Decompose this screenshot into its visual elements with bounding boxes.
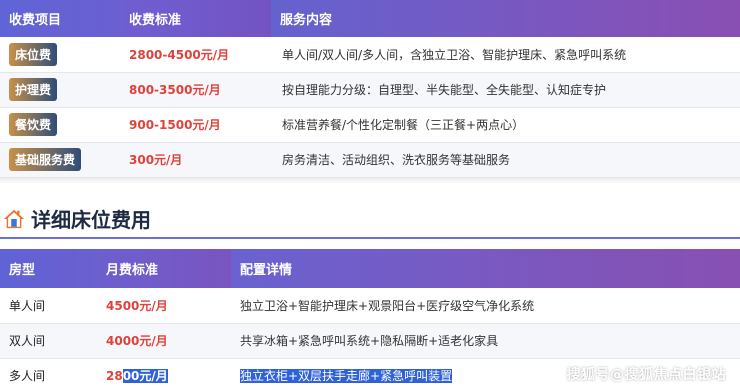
table-row: 双人间 4000元/月 共享冰箱+紧急呼叫系统+隐私隔断+适老化家具 [0,323,740,358]
room-table-header: 房型 月费标准 配置详情 [0,249,740,288]
price-cell: 4500元/月 [106,298,168,313]
room-type-cell: 双人间 [9,334,46,348]
price-cell: 2800元/月 [97,358,231,390]
section-heading: 详细床位费用 [3,204,151,233]
price-cell: 800-3500元/月 [129,83,221,97]
table-row: 基础服务费 300元/月 房务清洁、活动组织、洗衣服务等基础服务 [0,142,740,177]
selected-config-text: 独立衣柜+双层扶手走廊+紧急呼叫装置 [240,369,453,383]
price-cell: 300元/月 [129,153,183,167]
price-text: 28 [106,369,123,383]
col-header-monthly-fee: 月费标准 [97,249,231,288]
watermark: 搜狐号@搜狐焦点白银站 [566,367,726,383]
service-cell: 单人间/双人间/多人间，含独立卫浴、智能护理床、紧急呼叫系统 [282,47,627,62]
table-shadow [0,178,740,184]
col-header-service: 服务内容 [271,0,740,37]
col-header-config: 配置详情 [231,249,740,288]
service-cell: 标准营养餐/个性化定制餐（三正餐+两点心） [282,118,525,132]
item-tag: 基础服务费 [9,148,82,171]
home-icon [3,209,25,228]
table-row: 单人间 4500元/月 独立卫浴+智能护理床+观景阳台+医疗级空气净化系统 [0,288,740,323]
price-cell: 2800-4500元/月 [129,47,230,62]
section-title: 详细床位费用 [31,208,151,232]
selected-price-text: 00元/月 [122,369,168,383]
config-cell: 独立卫浴+智能护理床+观景阳台+医疗级空气净化系统 [240,298,535,313]
room-type-cell: 多人间 [9,369,46,383]
table-row: 餐饮费 900-1500元/月 标准营养餐/个性化定制餐（三正餐+两点心） [0,107,740,142]
item-tag: 床位费 [9,42,58,66]
service-cell: 房务清洁、活动组织、洗衣服务等基础服务 [282,153,511,167]
price-cell: 4000元/月 [106,334,168,348]
item-tag: 护理费 [9,78,58,101]
col-header-room-type: 房型 [0,249,97,288]
price-cell: 900-1500元/月 [129,118,221,132]
table-row: 护理费 800-3500元/月 按自理能力分级：自理型、半失能型、全失能型、认知… [0,72,740,107]
fee-table: 收费项目 收费标准 服务内容 床位费 2800-4500元/月 单人间/双人间/… [0,0,740,178]
service-cell: 按自理能力分级：自理型、半失能型、全失能型、认知症专护 [282,83,607,97]
item-tag: 餐饮费 [9,113,58,136]
fee-table-header: 收费项目 收费标准 服务内容 [0,0,740,37]
table-row: 床位费 2800-4500元/月 单人间/双人间/多人间，含独立卫浴、智能护理床… [0,37,740,72]
section-divider [0,237,740,239]
col-header-item: 收费项目 [0,0,120,37]
col-header-price: 收费标准 [120,0,271,37]
room-type-cell: 单人间 [9,298,46,313]
config-cell: 共享冰箱+紧急呼叫系统+隐私隔断+适老化家具 [240,334,499,348]
